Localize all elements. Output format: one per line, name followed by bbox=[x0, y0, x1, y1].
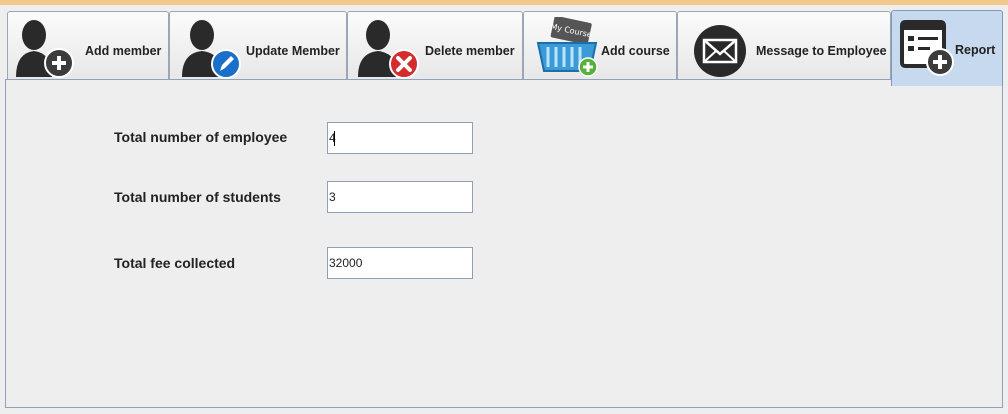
tab-update-member[interactable]: Update Member bbox=[169, 11, 347, 84]
text-caret bbox=[334, 131, 335, 146]
delete-member-icon bbox=[358, 20, 419, 79]
add-member-icon bbox=[16, 20, 74, 78]
update-member-icon bbox=[182, 20, 241, 79]
tab-delete-member-label: Delete member bbox=[425, 44, 515, 58]
tab-add-member-label: Add member bbox=[85, 44, 162, 58]
tab-message-employee-label: Message to Employee bbox=[756, 44, 887, 58]
student-count-field[interactable] bbox=[327, 181, 473, 213]
student-count-label: Total number of students bbox=[114, 189, 281, 205]
tab-report-label: Report bbox=[955, 43, 996, 57]
fee-collected-label: Total fee collected bbox=[114, 255, 236, 271]
tab-report[interactable]: Report bbox=[891, 10, 1003, 86]
add-course-icon: My Course bbox=[536, 17, 598, 77]
tab-add-course-label: Add course bbox=[601, 44, 670, 58]
tab-message-employee[interactable]: Message to Employee bbox=[677, 11, 891, 84]
tab-delete-member[interactable]: Delete member bbox=[347, 11, 523, 84]
tab-add-course[interactable]: My Course Add course bbox=[523, 11, 677, 84]
tab-add-member[interactable]: Add member bbox=[7, 11, 169, 84]
fee-collected-field[interactable] bbox=[327, 247, 473, 279]
tab-bar: Add member Update Member Delete member M… bbox=[0, 5, 1008, 86]
mail-icon bbox=[694, 25, 746, 77]
employee-count-field[interactable] bbox=[327, 122, 473, 154]
employee-count-label: Total number of employee bbox=[114, 129, 288, 145]
tab-update-member-label: Update Member bbox=[246, 44, 340, 58]
